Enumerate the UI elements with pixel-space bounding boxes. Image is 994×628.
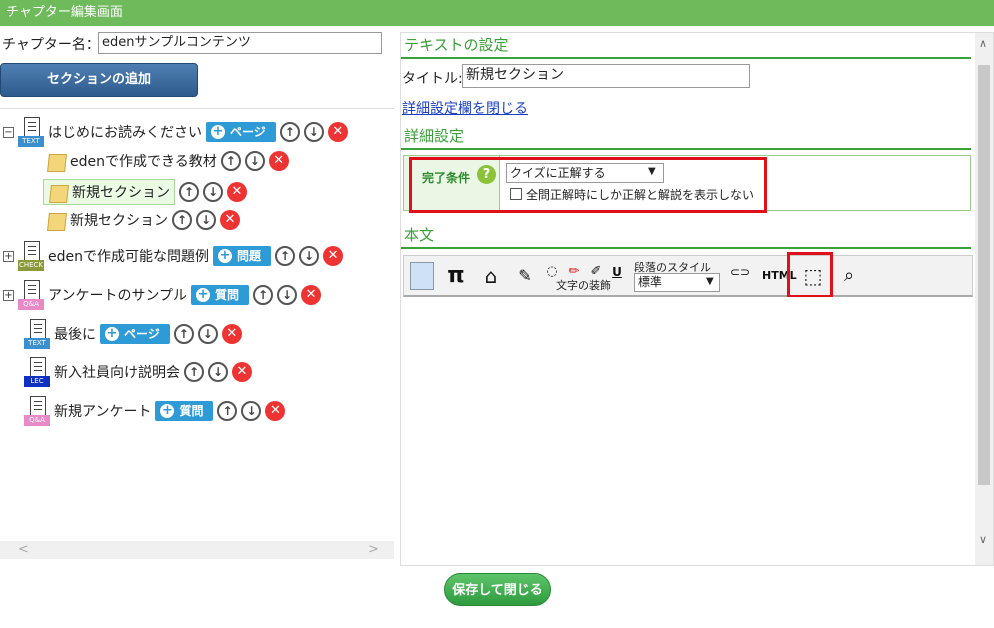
text-settings-panel: テキストの設定 タイトル: 新規セクション 詳細設定欄を閉じる 詳細設定 完了条… [400,32,994,566]
tree-node-new-section[interactable]: 新規セクション ↑ ↓ ✕ [46,209,240,231]
move-down-icon[interactable]: ↓ [208,362,228,382]
move-up-icon[interactable]: ↑ [172,210,192,230]
move-down-icon[interactable]: ↓ [197,324,218,344]
delete-icon[interactable]: ✕ [232,362,252,382]
move-down-icon[interactable]: ↓ [277,285,298,305]
delete-icon[interactable]: ✕ [221,324,242,344]
move-down-icon[interactable]: ↓ [244,151,265,171]
add-question-button[interactable]: 問題 [213,246,272,266]
brush-icon[interactable]: ✎ [514,262,536,290]
move-up-icon[interactable]: ↑ [173,324,194,344]
move-up-icon[interactable]: ↑ [217,401,238,421]
scroll-left-icon[interactable]: < [18,542,29,557]
vertical-scrollbar[interactable]: ∧ ∨ [975,33,993,565]
body-heading: 本文 [401,223,971,249]
move-down-icon[interactable]: ↓ [196,210,216,230]
tree-node-new-section-selected[interactable]: 新規セクション ↑ ↓ ✕ [43,179,247,205]
text-settings-heading: テキストの設定 [401,33,971,59]
math-pi-icon[interactable]: π [444,262,468,290]
move-down-icon[interactable]: ↓ [299,246,320,266]
delete-icon[interactable]: ✕ [323,246,344,266]
decoration-label[interactable]: 文字の装飾 [556,277,611,293]
preview-search-icon[interactable]: ⌕ [834,262,864,290]
add-question-button[interactable]: 質問 [155,401,214,421]
delete-icon[interactable]: ✕ [227,182,247,202]
highlight-box-snippet [787,252,833,298]
tree-node-label: 最後に [54,327,96,343]
section-folder-icon [48,181,68,203]
chapter-name-input[interactable]: edenサンプルコンテンツ [98,32,382,54]
tree-node-orientation[interactable]: LEC 新入社員向け説明会 ↑ ↓ ✕ [24,357,252,387]
move-down-icon[interactable]: ↓ [303,122,324,142]
add-page-button[interactable]: ページ [100,324,170,344]
text-doc-icon: TEXT [18,117,44,147]
text-doc-icon: TEXT [24,319,50,349]
tree-node-label: 新規セクション [72,185,170,201]
delete-icon[interactable]: ✕ [220,210,240,230]
window-title: チャプター編集画面 [0,0,994,26]
move-up-icon[interactable]: ↑ [279,122,300,142]
delete-icon[interactable]: ✕ [327,122,348,142]
add-page-button[interactable]: ページ [206,122,276,142]
tree-node-label: 新規アンケート [54,404,152,420]
underline-icon[interactable]: U [610,258,624,286]
check-doc-icon: CHECK [18,241,44,271]
tree-node-label: はじめにお読みください [48,125,202,141]
scroll-thumb[interactable] [978,65,990,485]
chevron-down-icon: ▼ [706,276,714,287]
detail-heading: 詳細設定 [401,124,971,150]
tree-node-label: 新入社員向け説明会 [54,365,180,381]
qa-doc-icon: Q&A [24,396,50,426]
tree-node-new-survey[interactable]: Q&A 新規アンケート 質問 ↑ ↓ ✕ [24,396,286,426]
title-input[interactable]: 新規セクション [462,64,750,88]
chapter-name-label: チャプター名： [2,37,100,53]
tree-node-materials[interactable]: edenで作成できる教材 ↑ ↓ ✕ [46,150,289,172]
tree-node-label: アンケートのサンプル [48,288,188,304]
eraser-shape-icon[interactable]: ⌂ [476,262,506,290]
tree-node-intro[interactable]: − TEXT はじめにお読みください ページ ↑ ↓ ✕ [3,117,348,147]
insert-image-icon[interactable] [410,262,434,290]
add-question-button[interactable]: 質問 [191,285,250,305]
tree-node-finally[interactable]: TEXT 最後に ページ ↑ ↓ ✕ [24,319,242,349]
move-up-icon[interactable]: ↑ [184,362,204,382]
tree-node-survey-sample[interactable]: + Q&A アンケートのサンプル 質問 ↑ ↓ ✕ [3,280,322,310]
move-up-icon[interactable]: ↑ [179,182,199,202]
move-down-icon[interactable]: ↓ [241,401,262,421]
close-detail-link[interactable]: 詳細設定欄を閉じる [402,98,528,118]
move-up-icon[interactable]: ↑ [220,151,241,171]
collapse-icon[interactable]: − [3,126,14,138]
save-and-close-button[interactable]: 保存して閉じる [444,573,551,606]
lecture-doc-icon: LEC [24,357,50,387]
delete-icon[interactable]: ✕ [268,151,289,171]
horizontal-scrollbar[interactable]: < > [0,541,394,559]
move-up-icon[interactable]: ↑ [275,246,296,266]
expand-icon[interactable]: + [3,289,14,301]
move-down-icon[interactable]: ↓ [203,182,223,202]
chapter-tree: − TEXT はじめにお読みください ページ ↑ ↓ ✕ edenで作成できる教… [0,108,394,560]
qa-doc-icon: Q&A [18,280,44,310]
title-label: タイトル: [402,71,463,87]
editor-toolbar: π ⌂ ✎ ◌ ✏ ✐ U 文字の装飾 段落のスタイル 標準 ▼ ⊂⊃ HTML… [403,255,973,297]
delete-icon[interactable]: ✕ [301,285,322,305]
move-up-icon[interactable]: ↑ [253,285,274,305]
add-section-button[interactable]: セクションの追加 [0,63,198,97]
scroll-down-icon[interactable]: ∨ [979,533,987,546]
link-icon[interactable]: ⊂⊃ [726,258,754,286]
tree-node-label: edenで作成可能な問題例 [48,249,209,265]
scroll-right-icon[interactable]: > [368,542,379,557]
tree-node-label: edenで作成できる教材 [70,154,217,170]
body-editor[interactable] [403,297,973,565]
highlight-box-completion [409,157,767,213]
tree-node-label: 新規セクション [70,213,168,229]
section-folder-icon [46,150,66,172]
delete-icon[interactable]: ✕ [265,401,286,421]
tree-node-problems[interactable]: + CHECK edenで作成可能な問題例 問題 ↑ ↓ ✕ [3,241,344,271]
scroll-up-icon[interactable]: ∧ [979,37,987,50]
expand-icon[interactable]: + [3,250,14,262]
section-folder-icon [46,209,66,231]
